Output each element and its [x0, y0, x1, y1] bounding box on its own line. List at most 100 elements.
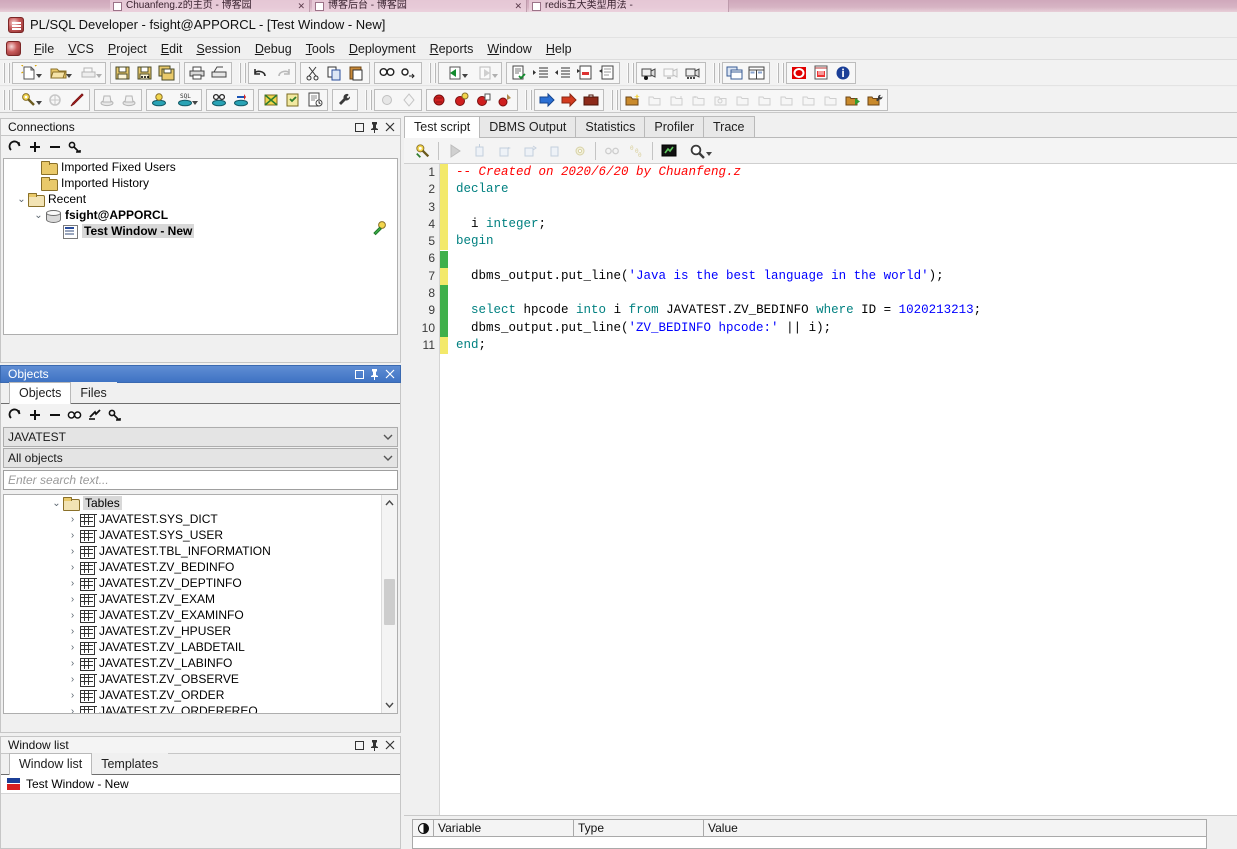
maximize-icon[interactable] — [353, 368, 366, 381]
tab-trace[interactable]: Trace — [703, 116, 755, 137]
close-icon[interactable] — [383, 121, 396, 134]
chevron-right-icon[interactable]: › — [66, 514, 79, 525]
tab-statistics[interactable]: Statistics — [575, 116, 646, 137]
refresh-icon[interactable] — [6, 407, 23, 424]
system-menu-icon[interactable] — [6, 41, 21, 56]
sql-window-icon[interactable]: SQL — [170, 90, 200, 110]
call-stack-icon[interactable]: 000 — [624, 140, 649, 162]
redo-icon[interactable] — [272, 63, 294, 83]
chevron-right-icon[interactable]: › — [66, 626, 79, 637]
back-icon[interactable] — [440, 63, 470, 83]
scroll-up-icon[interactable] — [382, 495, 397, 511]
breakpoint-clear-icon[interactable] — [494, 90, 516, 110]
debug-test-icon[interactable] — [410, 140, 435, 162]
tab-templates[interactable]: Templates — [91, 753, 169, 774]
run-blue-arrow-icon[interactable] — [536, 90, 558, 110]
tree-item-recent[interactable]: ⌄ Recent — [4, 191, 397, 207]
breakpoint-add-icon[interactable] — [450, 90, 472, 110]
schema-select[interactable]: JAVATEST — [3, 427, 398, 447]
tile-windows-icon[interactable] — [746, 63, 768, 83]
project-item1-icon[interactable] — [644, 90, 666, 110]
cut-icon[interactable] — [302, 63, 324, 83]
menu-edit[interactable]: Edit — [154, 40, 190, 58]
chevron-down-icon[interactable] — [192, 100, 198, 105]
tree-item-imported-history[interactable]: Imported History — [4, 175, 397, 191]
chevron-right-icon[interactable]: › — [66, 610, 79, 621]
uncomment-icon[interactable] — [596, 63, 618, 83]
tab-profiler[interactable]: Profiler — [644, 116, 704, 137]
chevron-down-icon[interactable]: ⌄ — [15, 194, 28, 205]
zoom-icon[interactable] — [681, 140, 715, 162]
project-config-icon[interactable] — [864, 90, 886, 110]
toolbar-grip[interactable] — [3, 89, 10, 110]
toolbar-grip[interactable] — [429, 62, 436, 83]
open-folder-icon[interactable] — [44, 63, 74, 83]
pin-icon[interactable] — [368, 739, 381, 752]
chevron-right-icon[interactable]: › — [66, 706, 79, 714]
save-all-icon[interactable] — [156, 63, 178, 83]
project-item9-icon[interactable] — [820, 90, 842, 110]
chevron-right-icon[interactable]: › — [66, 594, 79, 605]
scrollbar-thumb[interactable] — [384, 579, 395, 625]
connections-tree[interactable]: Imported Fixed Users Imported History ⌄ … — [3, 158, 398, 335]
chevron-right-icon[interactable]: › — [66, 642, 79, 653]
pin-icon[interactable] — [368, 121, 381, 134]
tree-item-table[interactable]: › JAVATEST.ZV_ORDERFREQ — [4, 703, 381, 713]
maximize-icon[interactable] — [353, 739, 366, 752]
browser-tab[interactable]: redis五大类型用法 - — [529, 0, 729, 12]
chevron-down-icon[interactable]: ⌄ — [50, 498, 63, 509]
step-out-icon[interactable] — [517, 140, 542, 162]
indent-icon[interactable] — [530, 63, 552, 83]
variable-grid-col-value[interactable]: Value — [704, 819, 1207, 837]
comment-icon[interactable] — [574, 63, 596, 83]
run-to-exception-icon[interactable] — [542, 140, 567, 162]
variable-grid-col-marker[interactable] — [412, 819, 434, 837]
check-syntax-icon[interactable] — [508, 63, 530, 83]
tree-item-table[interactable]: › JAVATEST.SYS_DICT — [4, 511, 381, 527]
toolbar-grip[interactable] — [365, 89, 372, 110]
chevron-down-icon[interactable]: ⌄ — [32, 210, 45, 221]
remove-icon[interactable] — [46, 407, 63, 424]
search-input[interactable]: Enter search text... — [3, 470, 398, 490]
chevron-down-icon[interactable] — [96, 73, 102, 78]
chevron-down-icon[interactable] — [36, 100, 42, 105]
objects-tree[interactable]: ⌄ Tables › JAVATEST.SYS_DICT › JAVATEST.SYS… — [3, 494, 398, 714]
chevron-right-icon[interactable]: › — [66, 674, 79, 685]
breakpoint-disabled-icon[interactable] — [376, 90, 398, 110]
variable-grid-col-variable[interactable]: Variable — [434, 819, 574, 837]
outdent-icon[interactable] — [552, 63, 574, 83]
watch-glasses-icon[interactable] — [599, 140, 624, 162]
tree-item-table[interactable]: › JAVATEST.ZV_EXAMINFO — [4, 607, 381, 623]
toolbar-grip[interactable] — [777, 62, 784, 83]
tree-item-fsight-apporcl[interactable]: ⌄ fsight@APPORCL — [4, 207, 397, 223]
scroll-down-icon[interactable] — [382, 697, 397, 713]
find-icon[interactable] — [376, 63, 398, 83]
forward-icon[interactable] — [470, 63, 500, 83]
tree-item-table[interactable]: › JAVATEST.TBL_INFORMATION — [4, 543, 381, 559]
chevron-down-icon[interactable] — [36, 73, 42, 78]
stop-icon[interactable] — [788, 63, 810, 83]
tree-item-table[interactable]: › JAVATEST.ZV_LABDETAIL — [4, 639, 381, 655]
chevron-down-icon[interactable] — [462, 73, 468, 78]
menu-project[interactable]: Project — [101, 40, 154, 58]
diamond-icon[interactable] — [398, 90, 420, 110]
add-icon[interactable] — [26, 407, 43, 424]
menu-file[interactable]: File — [27, 40, 61, 58]
variable-grid-col-type[interactable]: Type — [574, 819, 704, 837]
chevron-right-icon[interactable]: › — [66, 658, 79, 669]
tree-item-table[interactable]: › JAVATEST.ZV_EXAM — [4, 591, 381, 607]
filter-icon[interactable] — [86, 407, 103, 424]
print-icon[interactable] — [186, 63, 208, 83]
print-preview-icon[interactable] — [74, 63, 104, 83]
step-over-icon[interactable] — [492, 140, 517, 162]
object-properties-icon[interactable] — [106, 407, 123, 424]
paste-icon[interactable] — [346, 63, 368, 83]
toolbar-grip[interactable] — [3, 62, 10, 83]
session-info-icon[interactable] — [148, 90, 170, 110]
find-icon[interactable] — [66, 407, 83, 424]
remove-icon[interactable] — [46, 139, 63, 156]
window-list-icon[interactable] — [724, 63, 746, 83]
refresh-session-icon[interactable] — [230, 90, 252, 110]
briefcase-icon[interactable] — [580, 90, 602, 110]
project-item3-icon[interactable] — [688, 90, 710, 110]
